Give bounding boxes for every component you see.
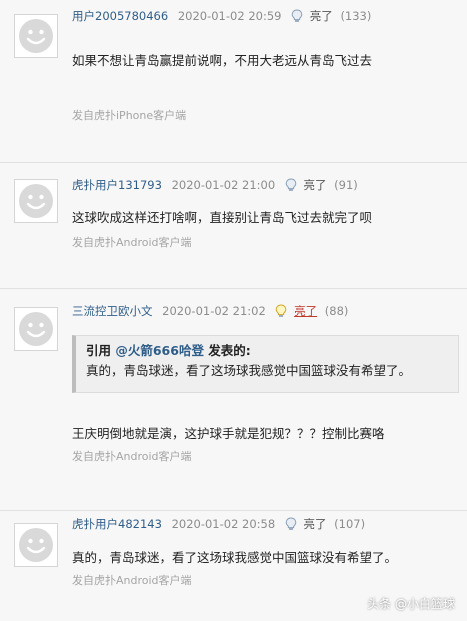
quote-suffix: 发表的:	[203, 343, 251, 358]
post-meta: 虎扑用户131793 2020-01-02 21:00 亮了 (91)	[72, 176, 358, 194]
post-2: 虎扑用户131793 2020-01-02 21:00 亮了 (91) 这球吹成…	[0, 162, 467, 289]
lightbulb-icon[interactable]	[285, 178, 297, 197]
post-3: 三流控卫欧小文 2020-01-02 21:02 亮了 (88) 引用 @火箭6…	[0, 288, 467, 511]
light-count: (133)	[340, 9, 372, 23]
light-button[interactable]: 亮了	[294, 304, 317, 318]
light-count: (91)	[334, 178, 358, 192]
post-source: 发自虎扑Android客户端	[72, 236, 192, 249]
post-content: 如果不想让青岛赢提前说啊，不用大老远从青岛飞过去	[72, 53, 373, 68]
light-count: (88)	[324, 304, 349, 318]
watermark: 头条 @小白篮球	[367, 597, 455, 611]
username-link[interactable]: 用户2005780466	[72, 9, 168, 23]
lightbulb-icon[interactable]	[291, 9, 303, 28]
user-avatar[interactable]	[14, 14, 58, 58]
username-link[interactable]: 三流控卫欧小文	[72, 304, 153, 318]
user-avatar[interactable]	[14, 307, 58, 351]
username-link[interactable]: 虎扑用户482143	[72, 517, 162, 531]
post-source: 发自虎扑iPhone客户端	[72, 109, 187, 122]
default-avatar-icon	[19, 312, 53, 346]
light-button[interactable]: 亮了	[310, 9, 333, 23]
post-time: 2020-01-02 20:58	[171, 517, 276, 531]
quote-header: 引用 @火箭666哈登 发表的:	[86, 342, 251, 360]
post-source: 发自虎扑Android客户端	[72, 450, 192, 463]
post-time: 2020-01-02 21:02	[162, 304, 266, 318]
user-avatar[interactable]	[14, 523, 58, 567]
lightbulb-icon[interactable]	[275, 304, 287, 323]
quoted-user-link[interactable]: @火箭666哈登	[115, 343, 204, 358]
post-time: 2020-01-02 21:00	[171, 178, 276, 192]
post-content: 这球吹成这样还打啥啊，直接别让青岛飞过去就完了呗	[72, 210, 373, 225]
light-button[interactable]: 亮了	[304, 517, 327, 531]
post-meta: 用户2005780466 2020-01-02 20:59 亮了 (133)	[72, 7, 371, 25]
post-time: 2020-01-02 20:59	[177, 9, 282, 23]
default-avatar-icon	[19, 19, 53, 53]
default-avatar-icon	[19, 528, 53, 562]
light-count: (107)	[334, 517, 366, 531]
post-source: 发自虎扑Android客户端	[72, 574, 192, 587]
user-avatar[interactable]	[14, 179, 58, 223]
lightbulb-icon[interactable]	[285, 517, 297, 536]
post-meta: 三流控卫欧小文 2020-01-02 21:02 亮了 (88)	[72, 302, 348, 320]
username-link[interactable]: 虎扑用户131793	[72, 178, 162, 192]
post-content: 真的，青岛球迷，看了这场球我感觉中国篮球没有希望了。	[72, 550, 398, 565]
post-1: 用户2005780466 2020-01-02 20:59 亮了 (133) 如…	[0, 0, 467, 162]
post-content: 王庆明倒地就是演，这护球手就是犯规？？？控制比赛咯	[72, 426, 385, 441]
quote-prefix: 引用	[86, 343, 116, 358]
post-meta: 虎扑用户482143 2020-01-02 20:58 亮了 (107)	[72, 515, 365, 533]
default-avatar-icon	[19, 184, 53, 218]
quote-block: 引用 @火箭666哈登 发表的: 真的，青岛球迷，看了这场球我感觉中国篮球没有希…	[72, 335, 459, 393]
light-button[interactable]: 亮了	[304, 178, 327, 192]
quote-text: 真的，青岛球迷，看了这场球我感觉中国篮球没有希望了。	[86, 363, 412, 378]
